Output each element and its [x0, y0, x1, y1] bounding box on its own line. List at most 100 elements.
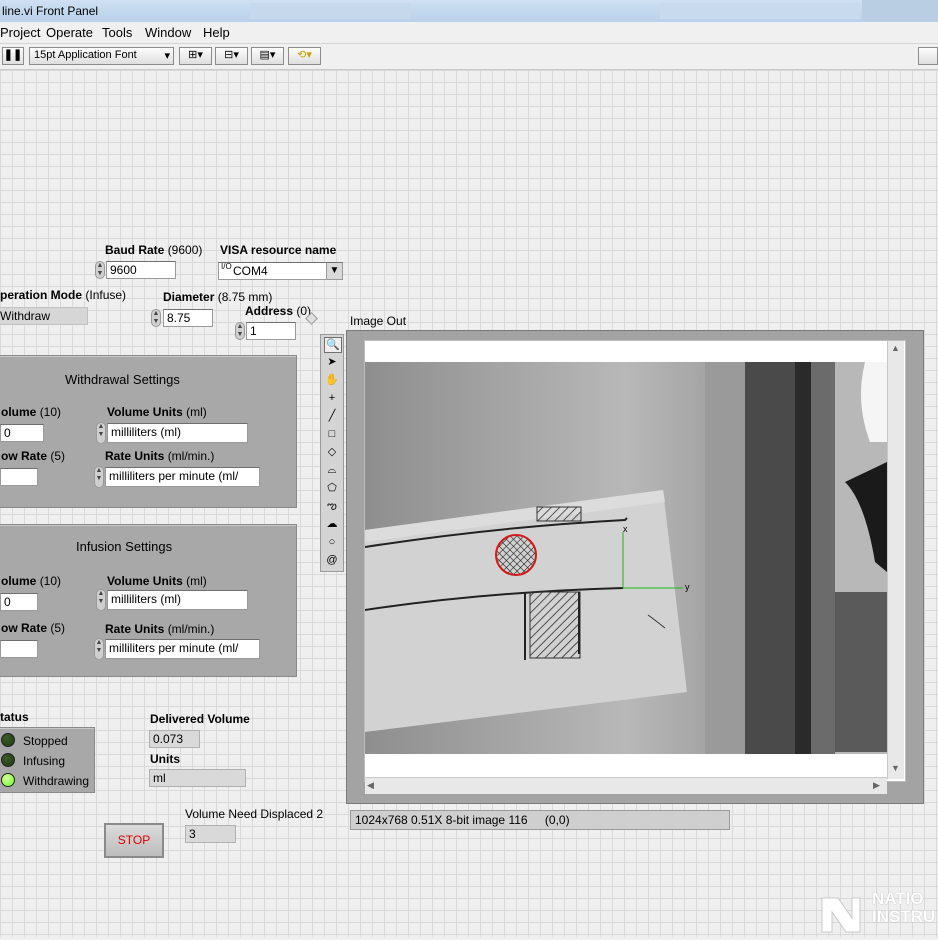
search-button[interactable]	[918, 47, 938, 65]
status-label: tatus	[0, 710, 29, 724]
withdrawal-volume-label: olume (10)	[1, 405, 62, 419]
horizontal-scrollbar[interactable]: ◀ ▶	[365, 777, 887, 794]
align-objects-button[interactable]: ⊞▾	[179, 47, 212, 65]
menu-operate[interactable]: Operate	[46, 25, 93, 40]
menu-help[interactable]: Help	[203, 25, 230, 40]
withdrawal-volume-input[interactable]: 0	[0, 424, 44, 442]
volume-need-value: 3	[185, 825, 236, 843]
reorder-button[interactable]: ⟲▾	[288, 47, 321, 65]
reorder-icon: ⟲▾	[297, 49, 312, 61]
infusing-led	[1, 753, 15, 767]
withdrawal-volume-units-label: Volume Units (ml)	[107, 405, 207, 419]
oval-tool-icon[interactable]: ○	[324, 535, 340, 549]
diameter-input[interactable]: 8.75	[163, 309, 213, 327]
image-info-text: 1024x768 0.51X 8-bit image 116	[355, 813, 528, 827]
withdrawal-rate-units-label: Rate Units (ml/min.)	[105, 449, 215, 463]
distribute-objects-button[interactable]: ⊟▾	[215, 47, 248, 65]
zoom-tool-icon[interactable]: 🔍	[324, 337, 342, 353]
withdrawal-title: Withdrawal Settings	[65, 372, 180, 387]
infusion-rate-units-spin[interactable]: ▲ ▼	[94, 638, 104, 660]
annulus-tool-icon[interactable]: ⌓	[324, 463, 340, 477]
camera-image[interactable]: x y	[365, 362, 887, 754]
point-tool-icon[interactable]: +	[324, 391, 340, 405]
withdrawing-led	[1, 773, 15, 787]
scroll-down-icon[interactable]: ▼	[891, 763, 900, 773]
stop-button[interactable]: STOP	[104, 823, 164, 858]
infusion-rate-units-label: Rate Units (ml/min.)	[105, 622, 215, 636]
spiral-tool-icon[interactable]: @	[324, 553, 340, 567]
window-title: line.vi Front Panel	[2, 4, 99, 18]
title-bar-blur	[660, 3, 860, 19]
withdrawal-settings-cluster: Withdrawal Settings olume (10) 0 ow Rate…	[0, 355, 297, 508]
menu-window[interactable]: Window	[145, 25, 191, 40]
withdrawal-rate-units-spin[interactable]: ▲ ▼	[94, 466, 104, 488]
address-input[interactable]: 1	[246, 322, 296, 340]
title-bar-blur	[250, 3, 410, 19]
withdrawal-rate-units-select[interactable]: milliliters per minute (ml/	[105, 467, 260, 487]
resize-objects-button[interactable]: ▤▾	[251, 47, 284, 65]
scroll-up-icon[interactable]: ▲	[891, 343, 900, 353]
withdrawing-label: Withdrawing	[23, 774, 90, 788]
rectangle-tool-icon[interactable]: □	[324, 427, 340, 441]
window-title-bar[interactable]: line.vi Front Panel	[0, 0, 938, 23]
infusion-volume-units-label: Volume Units (ml)	[107, 574, 207, 588]
pan-tool-icon[interactable]: ✋	[324, 373, 340, 387]
menu-tools[interactable]: Tools	[102, 25, 132, 40]
infusion-rate-units-select[interactable]: milliliters per minute (ml/	[105, 639, 260, 659]
withdrawal-volume-units-select[interactable]: milliliters (ml)	[107, 423, 248, 443]
baud-rate-input[interactable]: 9600	[106, 261, 176, 279]
address-label: Address (0)	[245, 304, 312, 318]
menu-bar: Project Operate Tools Window Help	[0, 22, 938, 44]
baud-rate-label: Baud Rate (9600)	[105, 243, 203, 257]
toolbar: ❚❚ 15pt Application Font ▾ ⊞▾ ⊟▾ ▤▾ ⟲▾	[0, 44, 938, 70]
volume-need-label: Volume Need Displaced 2	[185, 807, 324, 821]
align-icon: ⊞▾	[188, 49, 203, 61]
pause-button[interactable]: ❚❚	[2, 47, 24, 65]
address-increment[interactable]: ▲ ▼	[235, 322, 245, 340]
vertical-scrollbar[interactable]: ▲ ▼	[887, 341, 904, 779]
units-value: ml	[149, 769, 246, 787]
polygon-tool-icon[interactable]: ⬠	[324, 481, 340, 495]
freehand-line-tool-icon[interactable]: ఌ	[324, 499, 340, 513]
line-tool-icon[interactable]: ╱	[324, 409, 340, 423]
delivered-volume-label: Delivered Volume	[150, 712, 250, 726]
camera-image-svg: x y	[365, 362, 887, 754]
withdrawal-flow-rate-input[interactable]	[0, 468, 38, 486]
visa-resource-select[interactable]: I/O COM4 ▼	[218, 262, 343, 280]
diameter-increment[interactable]: ▲ ▼	[151, 309, 161, 327]
resize-icon: ▤▾	[259, 49, 276, 61]
diameter-label: Diameter (8.75 mm)	[163, 290, 273, 304]
operation-mode-select[interactable]: Withdraw	[0, 307, 88, 325]
scroll-right-icon[interactable]: ▶	[873, 780, 880, 791]
infusion-flow-rate-input[interactable]	[0, 640, 38, 658]
freehand-region-tool-icon[interactable]: ☁	[324, 517, 340, 531]
image-out-label: Image Out	[350, 314, 407, 328]
window-controls[interactable]	[862, 0, 938, 21]
infusing-label: Infusing	[23, 754, 66, 768]
io-icon: I/O	[221, 262, 232, 271]
baud-rate-increment[interactable]: ▲ ▼	[95, 261, 105, 279]
stopped-led	[1, 733, 15, 747]
infusion-volume-label: olume (10)	[1, 574, 62, 588]
infusion-volume-units-spin[interactable]: ▲ ▼	[96, 589, 106, 611]
scroll-left-icon[interactable]: ◀	[367, 780, 374, 791]
image-coords: (0,0)	[544, 813, 570, 827]
rotated-rect-tool-icon[interactable]: ◇	[324, 445, 340, 459]
distribute-icon: ⊟▾	[224, 49, 239, 61]
infusion-volume-units-select[interactable]: milliliters (ml)	[107, 590, 248, 610]
font-select[interactable]: 15pt Application Font ▾	[29, 47, 174, 65]
font-select-value: 15pt Application Font	[34, 49, 137, 61]
withdrawal-volume-units-spin[interactable]: ▲ ▼	[96, 422, 106, 444]
infusion-volume-input[interactable]: 0	[0, 593, 38, 611]
pointer-tool-icon[interactable]: ➤	[324, 355, 340, 369]
chevron-down-icon: ▾	[164, 50, 170, 62]
status-indicators: Stopped Infusing Withdrawing	[0, 727, 95, 793]
chevron-down-icon[interactable]: ▼	[326, 263, 342, 279]
image-info-bar: 1024x768 0.51X 8-bit image 116 (0,0)	[350, 810, 730, 830]
image-tools-palette: 🔍 ➤ ✋ + ╱ □ ◇ ⌓ ⬠ ఌ ☁ ○ @	[320, 334, 344, 572]
overlay-x-label: x	[623, 524, 628, 534]
visa-label: VISA resource name	[220, 243, 337, 257]
units-label: Units	[150, 752, 180, 766]
menu-project[interactable]: Project	[0, 25, 40, 40]
overlay-y-label: y	[685, 582, 690, 592]
